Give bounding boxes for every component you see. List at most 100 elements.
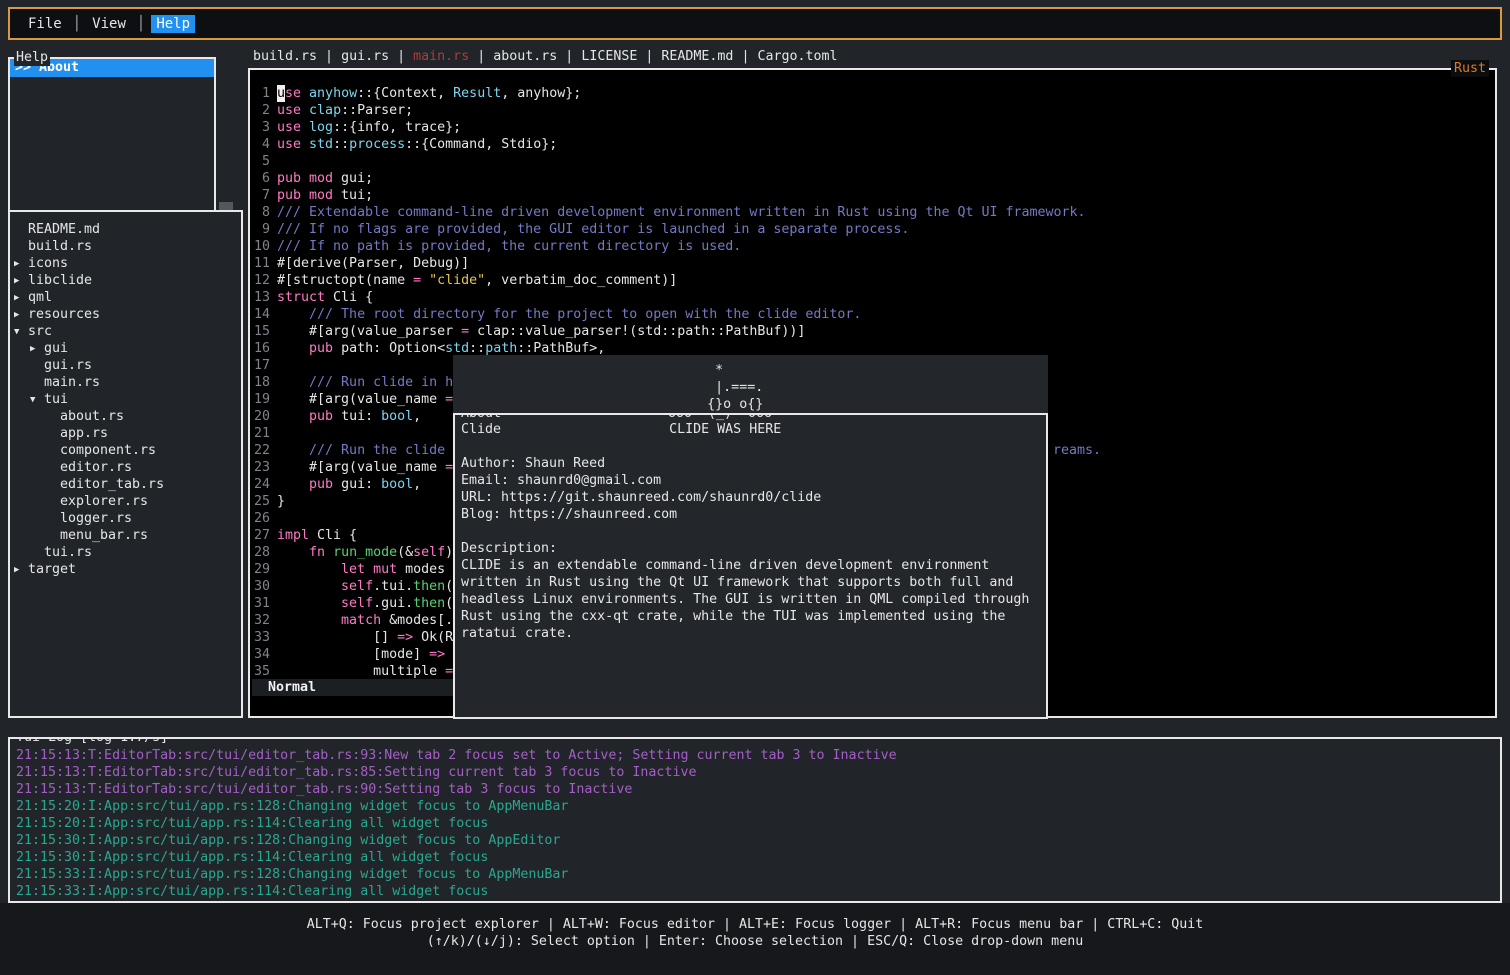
line-number: 19	[250, 391, 270, 408]
code-token	[301, 119, 309, 136]
help-dropdown-title: Help	[14, 50, 50, 66]
line-number: 9	[250, 221, 270, 238]
tab-license[interactable]: LICENSE	[581, 49, 637, 64]
code-line[interactable]: 12#[structopt(name = "clide", verbatim_d…	[250, 272, 1495, 289]
explorer-item-editor-rs[interactable]: editor.rs	[10, 459, 241, 476]
explorer-item-label: gui	[44, 341, 68, 356]
code-line[interactable]: 4use std::process::{Command, Stdio};	[250, 136, 1495, 153]
code-token: ,	[413, 476, 421, 493]
explorer-item-component-rs[interactable]: component.rs	[10, 442, 241, 459]
line-number: 25	[250, 493, 270, 510]
code-line[interactable]: 9/// If no flags are provided, the GUI e…	[250, 221, 1495, 238]
tab-build-rs[interactable]: build.rs	[253, 49, 317, 64]
code-token: match	[341, 612, 381, 629]
code-line[interactable]: 15 #[arg(value_parser = clap::value_pars…	[250, 323, 1495, 340]
explorer-item-label: tui	[44, 392, 68, 407]
tab-separator: |	[733, 49, 757, 64]
code-token: Result	[453, 85, 501, 102]
explorer-item-app-rs[interactable]: app.rs	[10, 425, 241, 442]
explorer-item-tui[interactable]: ▼tui	[10, 391, 241, 408]
code-line[interactable]: 3 use log::{info, trace};	[250, 119, 1495, 136]
tab-readme-md[interactable]: README.md	[661, 49, 733, 64]
code-line[interactable]: 8/// Extendable command-line driven deve…	[250, 204, 1495, 221]
code-line[interactable]: 10/// If no path is provided, the curren…	[250, 238, 1495, 255]
folder-collapsed-icon: ▶	[14, 290, 28, 307]
folder-open-icon: ▼	[14, 324, 28, 341]
line-number: 29	[250, 561, 270, 578]
code-line[interactable]: 2use clap::Parser;	[250, 102, 1495, 119]
code-token	[277, 340, 309, 357]
code-token: use	[277, 119, 301, 136]
explorer-item-readme-md[interactable]: README.md	[10, 221, 241, 238]
code-token	[277, 578, 341, 595]
explorer-item-src[interactable]: ▼src	[10, 323, 241, 340]
folder-collapsed-icon: ▶	[14, 273, 28, 290]
code-token: log	[309, 119, 333, 136]
code-token: pub	[309, 340, 333, 357]
explorer-item-target[interactable]: ▶target	[10, 561, 241, 578]
line-number: 13	[250, 289, 270, 306]
line-number: 3	[250, 119, 270, 136]
explorer-item-label: target	[28, 562, 76, 577]
code-line[interactable]: 7pub mod tui;	[250, 187, 1495, 204]
explorer-item-logger-rs[interactable]: logger.rs	[10, 510, 241, 527]
code-token: impl	[277, 527, 309, 544]
tab-about-rs[interactable]: about.rs	[493, 49, 557, 64]
explorer-item-icons[interactable]: ▶icons	[10, 255, 241, 272]
tab-cargo-toml[interactable]: Cargo.toml	[757, 49, 837, 64]
code-token: ::{info, trace};	[333, 119, 461, 136]
code-token: ::{Command, Stdio};	[405, 136, 557, 153]
explorer-item-label: main.rs	[44, 375, 100, 390]
code-token: struct	[277, 289, 325, 306]
line-number: 4	[250, 136, 270, 153]
code-token: then	[413, 578, 445, 595]
code-token: =	[445, 459, 453, 476]
explorer-item-tui-rs[interactable]: tui.rs	[10, 544, 241, 561]
code-token	[277, 306, 309, 323]
explorer-item-main-rs[interactable]: main.rs	[10, 374, 241, 391]
code-line[interactable]: 1use anyhow::{Context, Result, anyhow};	[250, 85, 1495, 102]
explorer-item-gui-rs[interactable]: gui.rs	[10, 357, 241, 374]
code-token: Cli {	[325, 289, 373, 306]
line-number: 16	[250, 340, 270, 357]
file-explorer: README.md build.rs▶icons▶libclide▶qml▶re…	[8, 210, 243, 718]
tab-separator: |	[317, 49, 341, 64]
code-line[interactable]: 11#[derive(Parser, Debug)]	[250, 255, 1495, 272]
line-number: 17	[250, 357, 270, 374]
code-token: std	[309, 136, 333, 153]
code-token: self	[341, 578, 373, 595]
editor-tabs: build.rs | gui.rs | main.rs | about.rs |…	[253, 48, 838, 66]
explorer-item-resources[interactable]: ▶resources	[10, 306, 241, 323]
log-entry: 21:15:20:I:App:src/tui/app.rs:114:Cleari…	[16, 815, 1500, 832]
menu-item-file[interactable]: File	[23, 15, 67, 33]
code-token: (	[445, 578, 453, 595]
tab-gui-rs[interactable]: gui.rs	[341, 49, 389, 64]
explorer-item-explorer-rs[interactable]: explorer.rs	[10, 493, 241, 510]
line-number: 10	[250, 238, 270, 255]
code-token: []	[277, 629, 397, 646]
code-line[interactable]: 5	[250, 153, 1495, 170]
log-entry: 21:15:13:T:EditorTab:src/tui/editor_tab.…	[16, 764, 1500, 781]
code-token: .tui.	[373, 578, 413, 595]
code-line[interactable]: 14 /// The root directory for the projec…	[250, 306, 1495, 323]
explorer-item-menu-bar-rs[interactable]: menu_bar.rs	[10, 527, 241, 544]
code-token: let	[341, 561, 365, 578]
indent-spacer	[46, 460, 60, 477]
code-line[interactable]: 6pub mod gui;	[250, 170, 1495, 187]
ascii-art-border: -ooO--(_)--Ooo	[660, 413, 772, 422]
explorer-item-build-rs[interactable]: build.rs	[10, 238, 241, 255]
ascii-art: * |.===. {}o o{}	[453, 355, 1048, 413]
code-token: =	[461, 323, 469, 340]
menu-item-view[interactable]: View	[87, 15, 131, 33]
indent-spacer	[46, 477, 60, 494]
explorer-item-qml[interactable]: ▶qml	[10, 289, 241, 306]
explorer-item-gui[interactable]: ▶gui	[10, 340, 241, 357]
explorer-item-about-rs[interactable]: about.rs	[10, 408, 241, 425]
menu-item-help[interactable]: Help	[151, 15, 195, 33]
tab-main-rs[interactable]: main.rs	[413, 49, 469, 64]
explorer-item-label: tui.rs	[44, 545, 92, 560]
code-token	[277, 476, 309, 493]
code-line[interactable]: 13 struct Cli {	[250, 289, 1495, 306]
explorer-item-libclide[interactable]: ▶libclide	[10, 272, 241, 289]
explorer-item-editor-tab-rs[interactable]: editor_tab.rs	[10, 476, 241, 493]
